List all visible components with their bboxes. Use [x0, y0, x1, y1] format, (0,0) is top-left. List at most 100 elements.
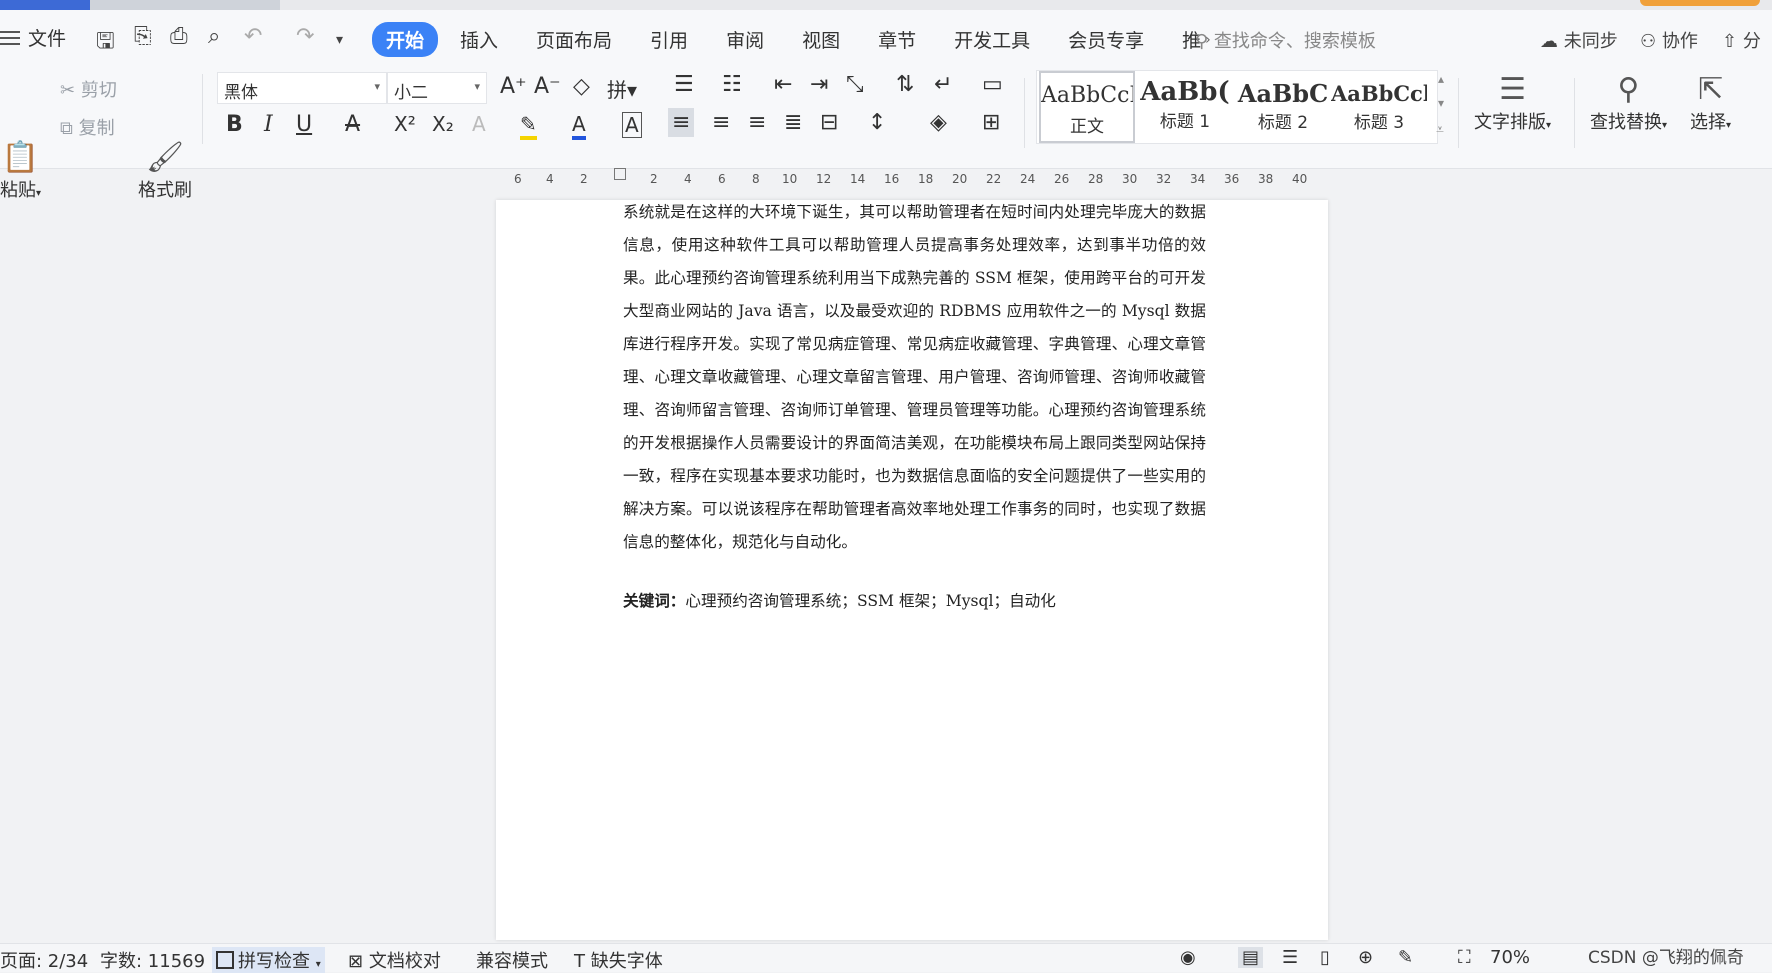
page-indicator[interactable]: 页面: 2/34: [0, 947, 88, 973]
font-family-value: 黑体: [224, 83, 258, 103]
sync-status-button[interactable]: ☁ 未同步: [1540, 27, 1618, 53]
shrink-font-icon[interactable]: A⁻: [534, 74, 561, 99]
horizontal-ruler[interactable]: 6 4 2 2 4 6 8 10 12 14 16 18 20 22 24 26…: [510, 168, 1320, 190]
bullet-list-icon[interactable]: ☰: [674, 72, 694, 97]
align-center-icon[interactable]: ≡: [712, 110, 730, 135]
line-spacing-icon[interactable]: ↕: [868, 110, 886, 135]
tab-references[interactable]: 引用: [634, 22, 704, 57]
write-view-icon[interactable]: ✎: [1398, 947, 1413, 968]
italic-icon[interactable]: I: [264, 112, 273, 137]
chevron-down-icon[interactable]: ▾: [1438, 96, 1444, 110]
fit-window-icon[interactable]: ⛶: [1458, 947, 1471, 968]
tab-review[interactable]: 审阅: [710, 22, 780, 57]
page-view-icon[interactable]: ▤: [1238, 947, 1264, 968]
copy-button[interactable]: ⧉ 复制: [60, 114, 115, 140]
redo-icon[interactable]: ↷: [296, 24, 314, 49]
pinyin-guide-icon[interactable]: 拼▾: [607, 74, 637, 103]
print-preview-icon[interactable]: ⌕: [208, 24, 220, 49]
tab-chapter[interactable]: 章节: [862, 22, 932, 57]
style-normal[interactable]: AaBbCcI 正文: [1039, 71, 1135, 143]
clear-format-icon[interactable]: ◇: [573, 74, 590, 99]
bold-icon[interactable]: B: [226, 112, 243, 137]
tab-developer[interactable]: 开发工具: [938, 22, 1046, 57]
tab-start[interactable]: 开始: [372, 22, 439, 57]
cut-button[interactable]: ✂ 剪切: [60, 76, 117, 102]
select-button[interactable]: ⇱ 选择▾: [1690, 72, 1731, 134]
select-label: 选择: [1690, 112, 1726, 133]
superscript-icon[interactable]: X²: [394, 112, 416, 136]
file-menu-button[interactable]: 文件: [0, 24, 66, 51]
numbered-list-icon[interactable]: ☷: [722, 72, 742, 97]
strikethrough-icon[interactable]: A: [345, 112, 360, 137]
align-right-icon[interactable]: ≡: [748, 110, 766, 135]
font-color-icon[interactable]: A: [572, 112, 586, 140]
tab-page-layout[interactable]: 页面布局: [520, 22, 628, 57]
underline-icon[interactable]: U: [296, 112, 312, 137]
increase-indent-icon[interactable]: ⇥: [810, 72, 828, 97]
char-border-icon[interactable]: A: [622, 112, 642, 138]
text-layout-button[interactable]: ☰ 文字排版▾: [1474, 72, 1551, 134]
borders-icon[interactable]: ⊞: [982, 110, 1000, 135]
abstract-paragraph[interactable]: 系统就是在这样的大环境下诞生，其可以帮助管理者在短时间内处理完毕庞大的数据信息，…: [623, 196, 1206, 559]
justify-icon[interactable]: ≣: [784, 110, 802, 135]
sort-icon[interactable]: ⇅: [896, 72, 914, 97]
subscript-icon[interactable]: X₂: [432, 112, 454, 136]
ruler-tick: 34: [1190, 172, 1206, 186]
copy-icon: ⧉: [60, 118, 73, 139]
indent-marker[interactable]: [614, 168, 626, 180]
command-search[interactable]: ⚲ 查找命令、搜索模板: [1195, 27, 1376, 53]
web-view-icon[interactable]: ⊕: [1358, 947, 1373, 968]
style-heading-3[interactable]: AaBbCcl 标题 3: [1331, 71, 1427, 143]
shading-icon[interactable]: ◈: [930, 110, 947, 135]
collaborate-button[interactable]: ⚇ 协作: [1640, 27, 1698, 53]
find-replace-button[interactable]: ⚲ 查找替换▾: [1590, 72, 1667, 134]
font-family-select[interactable]: 黑体 ▾: [217, 72, 387, 104]
save-icon[interactable]: 🖫: [96, 24, 115, 62]
grow-font-icon[interactable]: A⁺: [500, 74, 527, 99]
line-break-icon[interactable]: ↵: [934, 72, 952, 97]
text-direction-icon[interactable]: ⤡: [846, 72, 864, 97]
align-left-icon[interactable]: ≡: [668, 108, 695, 137]
text-effect-icon[interactable]: A: [472, 112, 486, 136]
decrease-indent-icon[interactable]: ⇤: [774, 72, 792, 97]
ruler-tick: 32: [1156, 172, 1172, 186]
eye-protection-icon[interactable]: ◉: [1180, 947, 1196, 968]
menu-bar: 文件 🖫 ⎘ ⎙ ⌕ ↶ ↷ ▾ 开始 插入 页面布局 引用 审阅 视图 章节 …: [0, 10, 1772, 68]
format-painter-button[interactable]: 🖌 格式刷: [138, 140, 192, 202]
style-heading-1[interactable]: AaBb( 标题 1: [1137, 71, 1233, 143]
ruler-tick: 30: [1122, 172, 1138, 186]
font-size-select[interactable]: 小二 ▾: [387, 72, 487, 104]
styles-more-icon[interactable]: ⩡: [1436, 122, 1444, 138]
style-preview: AaBbCcl: [1331, 81, 1427, 106]
ruler-tick: 4: [546, 172, 554, 186]
window-tab[interactable]: [0, 0, 90, 10]
window-tab[interactable]: [90, 0, 280, 10]
tab-insert[interactable]: 插入: [444, 22, 514, 57]
ruler-tick: 36: [1224, 172, 1240, 186]
zoom-level[interactable]: 70%: [1490, 947, 1530, 968]
tab-stops-icon[interactable]: ▭: [982, 72, 1003, 97]
keywords-line[interactable]: 关键词：心理预约咨询管理系统；SSM 框架；Mysql；自动化: [623, 589, 1056, 611]
tab-view[interactable]: 视图: [786, 22, 856, 57]
outline-view-icon[interactable]: ☰: [1282, 947, 1298, 968]
doc-proof-button[interactable]: ⊠ 文档校对: [348, 947, 441, 973]
word-count[interactable]: 字数: 11569: [100, 947, 205, 973]
member-badge[interactable]: [1640, 0, 1760, 6]
spell-check-toggle[interactable]: 拼写检查 ▾: [212, 947, 325, 973]
window-tab-strip: [0, 0, 1772, 10]
undo-icon[interactable]: ↶: [244, 24, 262, 49]
customize-quick-access-icon[interactable]: ▾: [336, 32, 343, 48]
style-heading-2[interactable]: AaBbC 标题 2: [1235, 71, 1331, 143]
missing-fonts-button[interactable]: T 缺失字体: [574, 947, 663, 973]
reading-view-icon[interactable]: ▯: [1320, 947, 1330, 968]
paste-button[interactable]: 📋 粘贴▾: [0, 140, 41, 202]
highlight-icon[interactable]: ✎: [520, 112, 537, 140]
print-icon[interactable]: ⎙: [170, 24, 188, 49]
tab-member[interactable]: 会员专享: [1052, 22, 1160, 57]
share-button[interactable]: ⇧ 分: [1722, 27, 1761, 53]
distribute-icon[interactable]: ⊟: [820, 110, 838, 135]
chevron-up-icon[interactable]: ▴: [1438, 72, 1444, 86]
sync-status-label: 未同步: [1563, 31, 1618, 52]
export-pdf-icon[interactable]: ⎘: [134, 24, 152, 49]
format-painter-label: 格式刷: [138, 180, 192, 201]
